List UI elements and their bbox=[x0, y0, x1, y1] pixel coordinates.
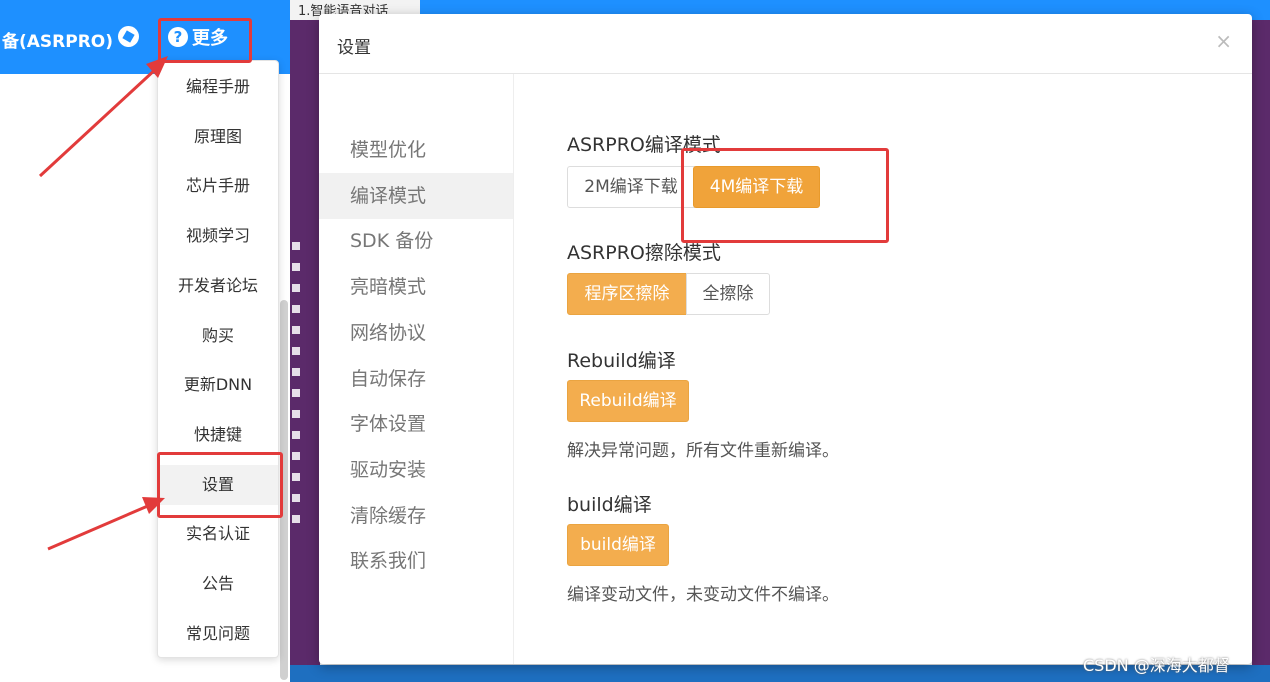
arrow-to-more bbox=[38, 56, 168, 178]
watermark: CSDN @深海大都督 bbox=[1083, 656, 1230, 675]
arrow-to-settings bbox=[47, 497, 165, 551]
annotation-arrows bbox=[38, 56, 168, 551]
